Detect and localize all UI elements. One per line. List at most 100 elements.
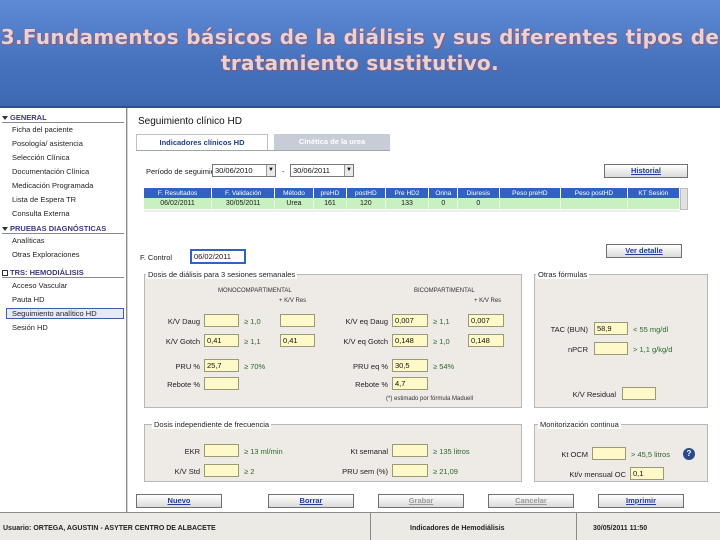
pru-sem-hint: ≥ 21,09 [433, 467, 458, 476]
otras-formulas-title: Otras fórmulas [536, 270, 590, 279]
control-date-field[interactable]: 06/02/2011 [190, 249, 246, 264]
sidebar-item-seleccion[interactable]: Selección Clínica [12, 153, 70, 162]
kv-eq-gotch-hint: ≥ 1,0 [433, 337, 450, 346]
kv-eq-gotch-res-field[interactable]: 0,148 [468, 334, 504, 347]
column-header[interactable]: KT Sesión [627, 188, 681, 198]
column-header[interactable]: Pre HD2 [385, 188, 430, 198]
status-datetime: 30/05/2011 11:50 [593, 525, 648, 532]
pru-sem-field[interactable] [392, 464, 428, 477]
kv-eq-gotch-field[interactable]: 0,148 [392, 334, 428, 347]
column-header[interactable]: Peso preHD [499, 188, 562, 198]
kv-eq-daug-res-field[interactable]: 0,007 [468, 314, 504, 327]
tac-field[interactable]: 58,9 [594, 322, 628, 335]
sidebar-item-pauta[interactable]: Pauta HD [12, 295, 45, 304]
kv-eq-daug-field[interactable]: 0,007 [392, 314, 428, 327]
tac-label: TAC (BUN) [550, 325, 588, 334]
kv-residual-field[interactable] [622, 387, 656, 400]
cancelar-button[interactable]: Cancelar [488, 494, 574, 508]
kv-daug-field[interactable] [204, 314, 239, 327]
tac-hint: < 55 mg/dl [633, 325, 669, 334]
sidebar-item-documentacion[interactable]: Documentación Clínica [12, 167, 89, 176]
sidebar-item-seguimiento[interactable]: Seguimiento analítico HD [6, 308, 124, 319]
pru-eq-field[interactable]: 30,5 [392, 359, 428, 372]
ekr-hint: ≥ 13 ml/min [244, 447, 283, 456]
column-header[interactable]: Diuresis [457, 188, 500, 198]
sidebar-section-pruebas[interactable]: PRUEBAS DIAGNÓSTICAS [2, 224, 106, 233]
table-cell: 0 [428, 198, 459, 209]
table-row[interactable]: 06/02/2011 30/05/2011 Urea 161 120 133 0… [144, 198, 681, 209]
rebote-eq-field[interactable]: 4,7 [392, 377, 428, 390]
kt-ocm-hint: > 45,5 litros [631, 450, 670, 459]
period-to-value: 30/06/2011 [293, 166, 330, 175]
npcr-field[interactable] [594, 342, 628, 355]
kt-ocm-field[interactable] [592, 447, 626, 460]
table-cell: 161 [313, 198, 348, 209]
ktv-mensual-field[interactable]: 0,1 [630, 467, 664, 480]
sidebar-item-ficha[interactable]: Ficha del paciente [12, 125, 73, 134]
table-cell: Urea [274, 198, 314, 209]
dosis-panel [144, 274, 522, 408]
status-user: Usuario: ORTEGA, AGUSTIN - ASYTER CENTRO… [3, 525, 216, 532]
kv-gotch-res-field[interactable]: 0,41 [280, 334, 315, 347]
kv-gotch-label: K/V Gotch [165, 337, 200, 346]
kv-std-label: K/V Std [174, 467, 200, 476]
column-header[interactable]: Orina [428, 188, 459, 198]
kv-gotch-field[interactable]: 0,41 [204, 334, 239, 347]
app-window: GENERAL Ficha del paciente Posología/ as… [0, 106, 720, 540]
sidebar-item-consulta[interactable]: Consulta Externa [12, 209, 70, 218]
pru-eq-hint: ≥ 54% [433, 362, 455, 371]
sidebar-item-analiticas[interactable]: Analíticas [12, 236, 45, 245]
sidebar-item-sesion[interactable]: Sesión HD [12, 323, 48, 332]
period-to-select[interactable]: 30/06/2011 ▼ [290, 164, 354, 177]
pru-field[interactable]: 25,7 [204, 359, 239, 372]
mono-header: MONOCOMPARTIMENTAL [218, 288, 292, 294]
sidebar-item-posologia[interactable]: Posología/ asistencia [12, 139, 83, 148]
column-header[interactable]: F. Validación [211, 188, 276, 198]
table-cell: 06/02/2011 [144, 198, 213, 209]
grabar-button[interactable]: Grabar [378, 494, 464, 508]
help-icon[interactable]: ? [683, 448, 695, 460]
column-header[interactable]: F. Resultados [144, 188, 213, 198]
kt-semanal-label: Kt semanal [350, 447, 388, 456]
historial-button[interactable]: Historial [604, 164, 688, 178]
ekr-field[interactable] [204, 444, 239, 457]
rebote-field[interactable] [204, 377, 239, 390]
tab-indicadores[interactable]: Indicadores clínicos HD [136, 134, 268, 150]
column-header[interactable]: preHD [313, 188, 348, 198]
table-scrollbar[interactable] [680, 188, 688, 210]
borrar-button[interactable]: Borrar [268, 494, 354, 508]
chevron-down-icon[interactable]: ▼ [344, 165, 353, 176]
pru-hint: ≥ 70% [244, 362, 266, 371]
column-header[interactable]: postHD [346, 188, 386, 198]
sidebar-item-acceso[interactable]: Acceso Vascular [12, 281, 67, 290]
divider [576, 513, 577, 540]
sidebar-section-trs[interactable]: TRS: HEMODIÁLISIS [2, 268, 84, 277]
table-cell: 133 [385, 198, 430, 209]
npcr-hint: > 1,1 g/kg/d [633, 345, 673, 354]
period-from-select[interactable]: 30/06/2010 ▼ [212, 164, 276, 177]
sidebar-section-general[interactable]: GENERAL [2, 113, 47, 122]
column-header[interactable]: Método [274, 188, 314, 198]
rebote-label: Rebote % [167, 380, 200, 389]
kv-daug-res-field[interactable] [280, 314, 315, 327]
ver-detalle-button[interactable]: Ver detalle [606, 244, 682, 258]
kt-semanal-field[interactable] [392, 444, 428, 457]
period-from-value: 30/06/2010 [215, 166, 253, 175]
independiente-title: Dosis independiente de frecuencia [152, 420, 272, 429]
table-header-row: F. Resultados F. Validación Método preHD… [144, 188, 681, 198]
divider [2, 122, 124, 123]
sidebar-item-medicacion[interactable]: Medicación Programada [12, 181, 93, 190]
kv-std-field[interactable] [204, 464, 239, 477]
column-header[interactable]: Peso postHD [560, 188, 628, 198]
sidebar-item-exploraciones[interactable]: Otras Exploraciones [12, 250, 80, 259]
period-separator: - [282, 167, 285, 176]
mono-unit: + K/V Res [279, 298, 307, 304]
kv-daug-hint: ≥ 1,0 [244, 317, 261, 326]
sidebar-item-lista-espera[interactable]: Lista de Espera TR [12, 195, 76, 204]
nuevo-button[interactable]: Nuevo [136, 494, 222, 508]
imprimir-button[interactable]: Imprimir [598, 494, 684, 508]
tab-cinetica[interactable]: Cinética de la urea [274, 134, 390, 150]
chevron-down-icon[interactable]: ▼ [266, 165, 275, 176]
bi-header: BICOMPARTIMENTAL [414, 288, 475, 294]
table-cell: 30/05/2011 [211, 198, 276, 209]
